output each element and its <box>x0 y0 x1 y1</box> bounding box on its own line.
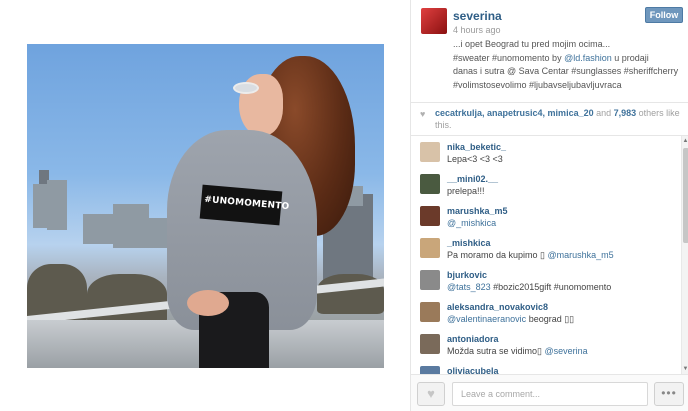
comment-text: @valentinaeranovic beograd ▯▯ <box>447 314 575 324</box>
comment-avatar[interactable] <box>420 238 440 258</box>
comment-row: _mishkica Pa moramo da kupimo ▯ @marushka… <box>411 232 673 264</box>
follow-button[interactable]: Follow <box>645 7 683 23</box>
avatar[interactable] <box>421 8 447 34</box>
like-button[interactable]: ♥ <box>417 382 445 406</box>
comments-list: nika_beketic_ Lepa<3 <3 <3 __mini02.__prel… <box>411 136 681 374</box>
heart-icon: ♥ <box>427 386 435 401</box>
comment-username[interactable]: oliviacubela <box>447 366 499 374</box>
scroll-thumb[interactable] <box>683 148 688 243</box>
post-caption: ...i opet Beograd tu pred mojim ocima...… <box>453 39 679 90</box>
post-header: severina 4 hours ago Follow ...i opet Be… <box>411 0 688 102</box>
more-options-button[interactable]: ••• <box>654 382 684 406</box>
comment-mention[interactable]: @tats_823 <box>447 282 491 292</box>
comment-text: Možda sutra se vidimo▯ @severina <box>447 346 588 356</box>
comments-scrollbar[interactable]: ▲ ▼ <box>681 136 688 374</box>
comment-avatar[interactable] <box>420 302 440 322</box>
comment-username[interactable]: _mishkica <box>447 238 491 248</box>
post-sidebar: severina 4 hours ago Follow ...i opet Be… <box>410 0 688 411</box>
likers-names[interactable]: cecatrkulja, anapetrusic4, mimica_20 <box>435 108 594 118</box>
comment-mention[interactable]: @_mishkica <box>447 218 496 228</box>
comment-username[interactable]: marushka_m5 <box>447 206 508 216</box>
likes-summary: ♥ cecatrkulja, anapetrusic4, mimica_20 a… <box>411 102 688 136</box>
sunglasses <box>233 82 259 94</box>
likes-text: cecatrkulja, anapetrusic4, mimica_20 and… <box>435 108 680 130</box>
comment-mention[interactable]: @valentinaeranovic <box>447 314 526 324</box>
post-username[interactable]: severina <box>453 9 502 23</box>
caption-mention[interactable]: @ld.fashion <box>564 53 612 63</box>
comment-avatar[interactable] <box>420 174 440 194</box>
comment-text: Pa moramo da kupimo ▯ @marushka_m5 <box>447 250 614 260</box>
comment-text: prelepa!!! <box>447 186 485 196</box>
comment-avatar[interactable] <box>420 206 440 226</box>
comment-text: Lepa<3 <3 <3 <box>447 154 503 164</box>
comment-row: nika_beketic_ Lepa<3 <3 <3 <box>411 136 673 168</box>
comment-mention[interactable]: @severina <box>545 346 588 356</box>
comment-row: bjurkovic @tats_823 #bozic2015gift #unomo… <box>411 264 673 296</box>
sweater-text: #UNOMOMENTO <box>203 194 290 213</box>
comment-row: aleksandra_novakovic8 @valentinaeranovic … <box>411 296 673 328</box>
comment-username[interactable]: __mini02.__ <box>447 174 498 184</box>
post-time[interactable]: 4 hours ago <box>453 25 501 35</box>
comment-username[interactable]: bjurkovic <box>447 270 487 280</box>
likes-count[interactable]: 7,983 <box>614 108 637 118</box>
comment-row: marushka_m5 @_mishkica <box>411 200 673 232</box>
more-options-icon: ••• <box>661 386 677 400</box>
comment-username[interactable]: aleksandra_novakovic8 <box>447 302 548 312</box>
scroll-down-arrow-icon[interactable]: ▼ <box>682 365 688 373</box>
comment-row: oliviacubela <box>411 360 673 374</box>
comment-username[interactable]: nika_beketic_ <box>447 142 506 152</box>
comment-avatar[interactable] <box>420 366 440 374</box>
comment-avatar[interactable] <box>420 334 440 354</box>
comment-bar: ♥ ••• <box>411 374 688 411</box>
heart-icon: ♥ <box>420 109 426 119</box>
photo-panel: #UNOMOMENTO <box>0 0 410 411</box>
comment-avatar[interactable] <box>420 270 440 290</box>
comment-username[interactable]: antoniadora <box>447 334 499 344</box>
comment-row: antoniadora Možda sutra se vidimo▯ @sever… <box>411 328 673 360</box>
scroll-up-arrow-icon[interactable]: ▲ <box>682 137 688 145</box>
comment-text: @_mishkica <box>447 218 496 228</box>
comment-mention[interactable]: @marushka_m5 <box>548 250 614 260</box>
comment-row: __mini02.__ prelepa!!! <box>411 168 673 200</box>
comment-input[interactable] <box>452 382 648 406</box>
post-photo[interactable]: #UNOMOMENTO <box>27 44 384 368</box>
comment-avatar[interactable] <box>420 142 440 162</box>
comment-text: @tats_823 #bozic2015gift #unomomento <box>447 282 612 292</box>
